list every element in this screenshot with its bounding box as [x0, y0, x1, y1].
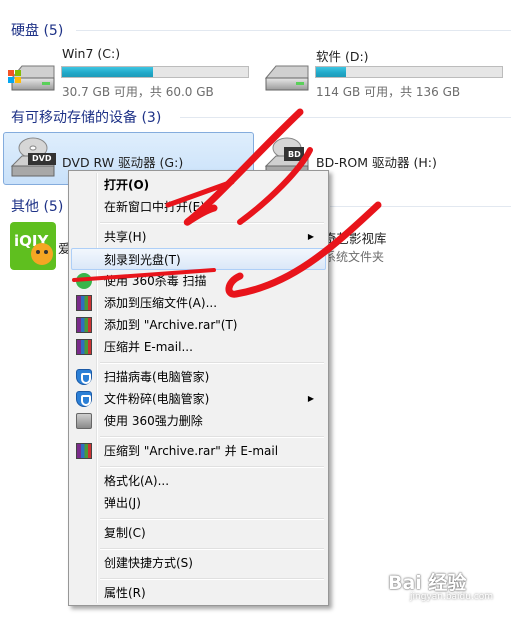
usage-fill [62, 67, 154, 77]
menu-separator [100, 362, 324, 364]
menu-item-label: 文件粉碎(电脑管家) [104, 392, 210, 406]
menu-item-open[interactable]: 打开(O) [71, 174, 326, 196]
shield-icon [76, 369, 92, 385]
submenu-arrow-icon: ▶ [307, 394, 314, 403]
drive-name: 软件 (D:) [316, 49, 369, 64]
menu-item-label: 使用 360强力删除 [104, 414, 203, 428]
usage-bar [61, 66, 249, 78]
menu-separator [100, 436, 324, 438]
winrar-icon [76, 295, 92, 311]
menu-item-label: 添加到 "Archive.rar"(T) [104, 318, 238, 332]
menu-separator [100, 466, 324, 468]
menu-item-360-scan[interactable]: 使用 360杀毒 扫描 [71, 270, 326, 292]
menu-item-share[interactable]: 共享(H) ▶ [71, 226, 326, 248]
section-title: 硬盘 (5) [11, 23, 64, 39]
menu-item-compress-rar-email[interactable]: 压缩到 "Archive.rar" 并 E-mail [71, 440, 326, 462]
menu-item-add-to-archive[interactable]: 添加到压缩文件(A)... [71, 292, 326, 314]
menu-item-properties[interactable]: 属性(R) [71, 582, 326, 604]
menu-item-label: 属性(R) [104, 586, 146, 600]
menu-item-add-to-archive-rar[interactable]: 添加到 "Archive.rar"(T) [71, 314, 326, 336]
divider [76, 30, 511, 31]
drive-name: DVD RW 驱动器 (G:) [62, 155, 184, 170]
menu-separator [100, 578, 324, 580]
drive-info: 114 GB 可用，共 136 GB [316, 85, 461, 99]
menu-item-label: 压缩到 "Archive.rar" 并 E-mail [104, 444, 279, 458]
winrar-icon [76, 339, 92, 355]
iqiyi-item[interactable]: iQIY [10, 222, 56, 270]
menu-item-label: 刻录到光盘(T) [104, 253, 181, 267]
drive-d[interactable]: 软件 (D:) 114 GB 可用，共 136 GB [262, 42, 507, 102]
divider [180, 117, 511, 118]
menu-item-eject[interactable]: 弹出(J) [71, 492, 326, 514]
menu-item-burn-to-disc[interactable]: 刻录到光盘(T) [71, 248, 326, 270]
menu-item-label: 创建快捷方式(S) [104, 556, 193, 570]
menu-item-label: 复制(C) [104, 526, 146, 540]
menu-item-open-new-window[interactable]: 在新窗口中打开(E) [71, 196, 326, 218]
menu-item-create-shortcut[interactable]: 创建快捷方式(S) [71, 552, 326, 574]
winrar-icon [76, 317, 92, 333]
section-title: 有可移动存储的设备 (3) [11, 110, 162, 126]
winrar-icon [76, 443, 92, 459]
hard-drive-icon [8, 65, 55, 91]
drive-info: 30.7 GB 可用，共 60.0 GB [62, 85, 214, 99]
menu-item-format[interactable]: 格式化(A)... [71, 470, 326, 492]
menu-item-label: 打开(O) [104, 178, 150, 192]
hard-drive-icon [264, 65, 309, 91]
menu-item-label: 添加到压缩文件(A)... [104, 296, 218, 310]
menu-separator [100, 518, 324, 520]
drive-name: BD-ROM 驱动器 (H:) [316, 155, 437, 170]
drive-c[interactable]: Win7 (C:) 30.7 GB 可用，共 60.0 GB [8, 42, 253, 102]
menu-item-copy[interactable]: 复制(C) [71, 522, 326, 544]
menu-item-label: 使用 360杀毒 扫描 [104, 274, 207, 288]
printer-icon [76, 413, 92, 429]
iqiyi-icon: iQIY [10, 222, 56, 270]
menu-item-label: 扫描病毒(电脑管家) [104, 370, 210, 384]
menu-separator [100, 222, 324, 224]
menu-separator [100, 548, 324, 550]
section-removable[interactable]: 有可移动存储的设备 (3) [0, 107, 511, 127]
usage-fill [316, 67, 346, 77]
section-hard-disks[interactable]: 硬盘 (5) [0, 20, 511, 40]
submenu-arrow-icon: ▶ [307, 232, 314, 241]
section-title: 其他 (5) [11, 199, 64, 215]
watermark-url: jingyan.baidu.com [410, 592, 494, 602]
menu-item-label: 格式化(A)... [104, 474, 170, 488]
menu-item-compress-email[interactable]: 压缩并 E-mail... [71, 336, 326, 358]
bd-label: BD [288, 150, 301, 159]
context-menu[interactable]: 打开(O) 在新窗口中打开(E) 共享(H) ▶ 刻录到光盘(T) 使用 360… [68, 170, 329, 606]
video-library-sub: 系统文件夹 [324, 250, 385, 264]
video-library-name[interactable]: 奇艺影视库 [324, 228, 387, 247]
dvd-label: DVD [32, 154, 52, 163]
menu-item-label: 弹出(J) [104, 496, 141, 510]
watermark: Bai 经验 [388, 572, 467, 594]
menu-item-label: 压缩并 E-mail... [104, 340, 193, 354]
shield-icon [76, 391, 92, 407]
menu-item-virus-scan[interactable]: 扫描病毒(电脑管家) [71, 366, 326, 388]
usage-bar [315, 66, 503, 78]
drive-name: Win7 (C:) [62, 46, 121, 61]
360-icon [76, 273, 92, 289]
menu-item-360-force-delete[interactable]: 使用 360强力删除 [71, 410, 326, 432]
menu-item-label: 在新窗口中打开(E) [104, 200, 205, 214]
divider [330, 206, 511, 207]
menu-item-file-shredder[interactable]: 文件粉碎(电脑管家) ▶ [71, 388, 326, 410]
menu-item-label: 共享(H) [104, 230, 147, 244]
